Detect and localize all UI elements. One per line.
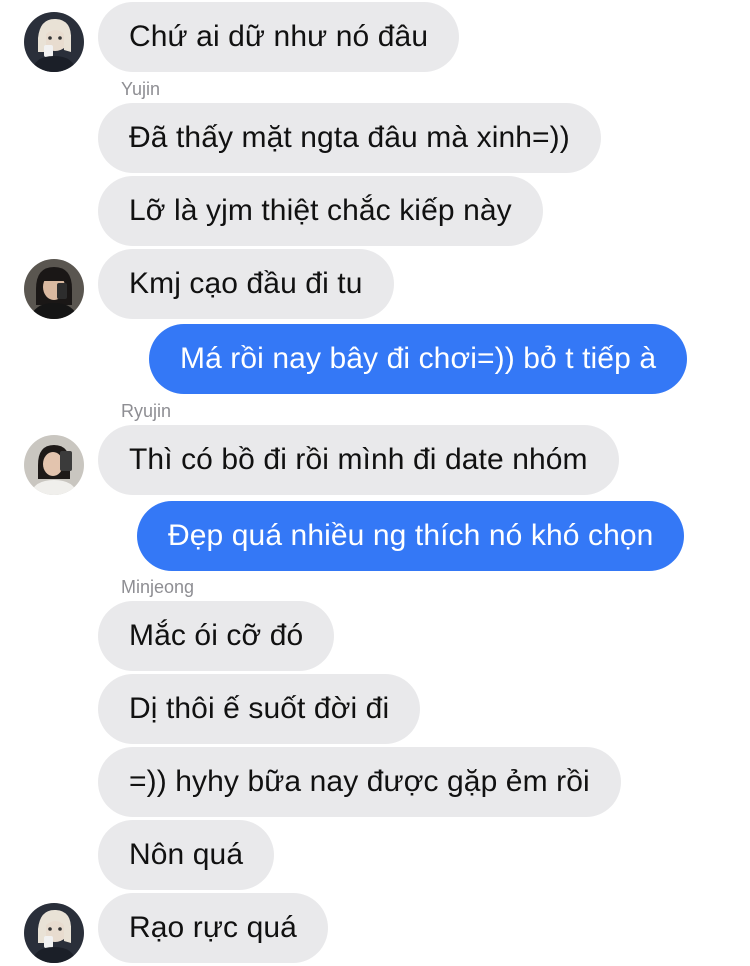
message-bubble-sent[interactable]: Đẹp quá nhiều ng thích nó khó chọn	[137, 501, 685, 571]
message-bubble[interactable]: =)) hyhy bữa nay được gặp ẻm rồi	[98, 747, 621, 817]
avatar-dark-hair[interactable]	[24, 259, 84, 319]
sender-name: Yujin	[121, 79, 161, 99]
message-bubble[interactable]: Thì có bồ đi rồi mình đi date nhóm	[98, 425, 619, 495]
avatar-blonde[interactable]	[24, 12, 84, 72]
message-bubble[interactable]: Nôn quá	[98, 820, 275, 890]
message-bubble[interactable]: Rạo rực quá	[98, 893, 328, 963]
avatar-blonde[interactable]	[24, 903, 84, 963]
message-bubble[interactable]: Kmj cạo đầu đi tu	[98, 249, 394, 319]
message-bubble[interactable]: Đã thấy mặt ngta đâu mà xinh=))	[98, 103, 601, 173]
message-bubble[interactable]: Chứ ai dữ như nó đâu	[98, 2, 460, 72]
message-bubble-sent[interactable]: Má rồi nay bây đi chơi=)) bỏ t tiếp à	[149, 324, 688, 394]
sender-name: Minjeong	[121, 577, 195, 597]
message-bubble[interactable]: Dị thôi ế suốt đời đi	[98, 674, 421, 744]
avatar-phone-selfie[interactable]	[24, 435, 84, 495]
message-bubble[interactable]: Mắc ói cỡ đó	[98, 601, 335, 671]
chat-thread: Chứ ai dữ như nó đâu Yujin Đã thấy mặt n…	[0, 0, 750, 966]
message-bubble[interactable]: Lỡ là yjm thiệt chắc kiếp này	[98, 176, 543, 246]
sender-name: Ryujin	[121, 401, 172, 421]
